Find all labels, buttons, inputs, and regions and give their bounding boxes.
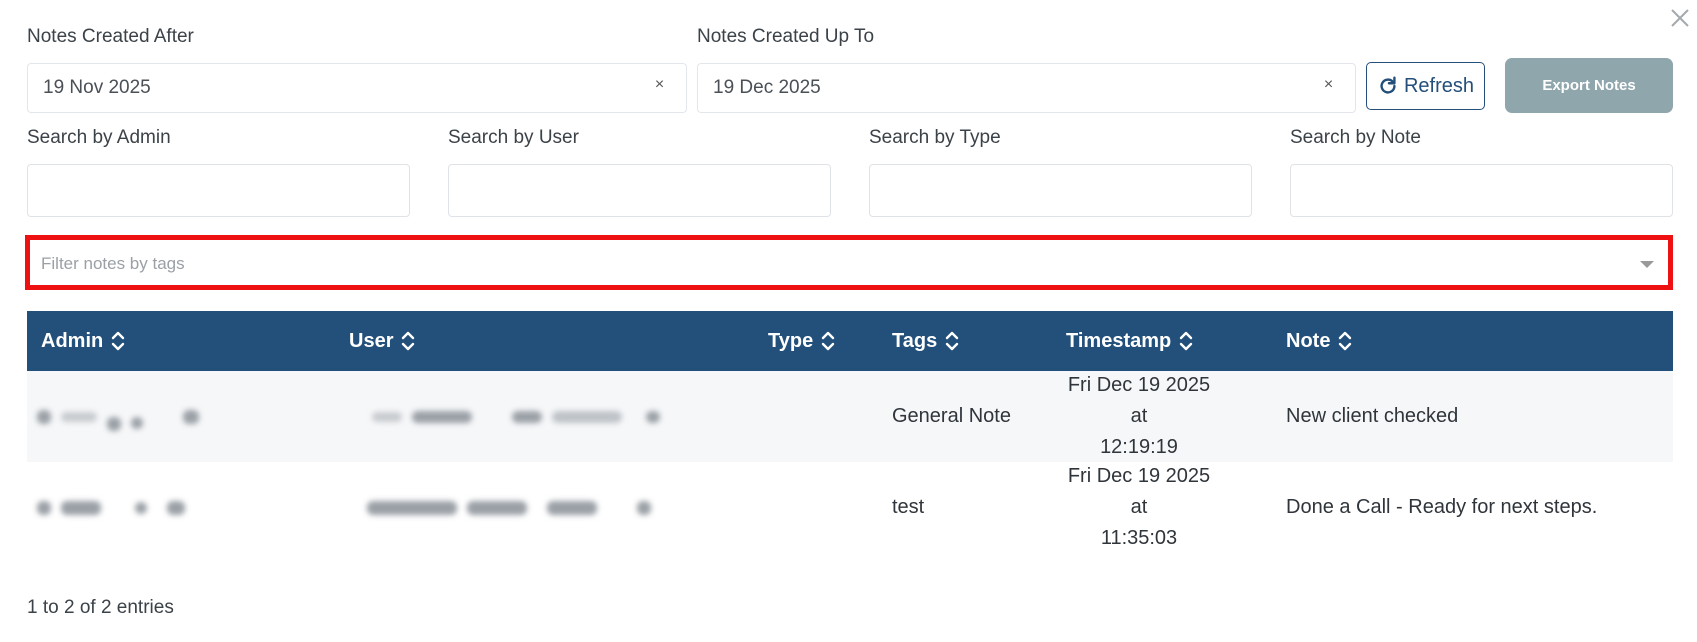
column-label: Admin [41, 329, 104, 352]
timestamp-time: 12:19:19 [1100, 436, 1178, 458]
column-label: Timestamp [1066, 329, 1172, 352]
column-header-user[interactable]: User [349, 311, 415, 371]
timestamp-cell: Fri Dec 19 2025 at 11:35:03 [1057, 462, 1221, 553]
sort-icon [822, 331, 835, 351]
timestamp-date: Fri Dec 19 2025 at [1067, 465, 1211, 518]
tags-cell: General Note [892, 405, 1011, 427]
notes-created-upto-field[interactable]: 19 Dec 2025 × [697, 63, 1356, 113]
search-note-input[interactable] [1290, 164, 1673, 217]
tags-cell: test [892, 496, 925, 518]
close-icon[interactable] [1666, 4, 1694, 32]
note-cell: New client checked [1286, 405, 1459, 427]
sort-icon [1180, 331, 1193, 351]
note-cell: Done a Call - Ready for next steps. [1286, 496, 1598, 518]
column-header-timestamp[interactable]: Timestamp [1066, 311, 1193, 371]
notes-created-upto-label: Notes Created Up To [697, 26, 875, 47]
redacted-admin [37, 462, 185, 553]
redacted-user [367, 462, 651, 553]
column-label: Type [768, 329, 814, 352]
column-header-note[interactable]: Note [1286, 311, 1352, 371]
sort-icon [946, 331, 959, 351]
tags-filter-select[interactable]: Filter notes by tags [25, 235, 1673, 290]
search-type-label: Search by Type [869, 127, 1001, 148]
column-header-admin[interactable]: Admin [41, 311, 125, 371]
export-notes-button[interactable]: Export Notes [1505, 58, 1673, 113]
sort-icon [112, 331, 125, 351]
search-admin-input[interactable] [27, 164, 410, 217]
search-type-input[interactable] [869, 164, 1252, 217]
entries-summary: 1 to 2 of 2 entries [27, 597, 174, 618]
refresh-label: Refresh [1403, 74, 1475, 97]
redacted-user [372, 371, 660, 462]
clear-after-date-icon[interactable]: × [655, 76, 664, 94]
table-row[interactable]: test Fri Dec 19 2025 at 11:35:03 Done a … [27, 462, 1673, 553]
search-admin-label: Search by Admin [27, 127, 171, 148]
notes-created-after-label: Notes Created After [27, 26, 194, 47]
refresh-icon [1380, 76, 1396, 94]
column-header-type[interactable]: Type [768, 311, 835, 371]
refresh-button[interactable]: Refresh [1366, 62, 1485, 110]
sort-icon [402, 331, 415, 351]
notes-created-after-value: 19 Nov 2025 [43, 77, 151, 98]
tags-filter-placeholder: Filter notes by tags [41, 254, 185, 273]
column-label: User [349, 329, 394, 352]
timestamp-time: 11:35:03 [1100, 527, 1178, 549]
timestamp-cell: Fri Dec 19 2025 at 12:19:19 [1057, 371, 1221, 462]
notes-created-after-field[interactable]: 19 Nov 2025 × [27, 63, 687, 113]
column-label: Note [1286, 329, 1331, 352]
search-user-label: Search by User [448, 127, 579, 148]
table-header: Admin User Type Tags Timestamp Note [27, 311, 1673, 371]
column-label: Tags [892, 329, 938, 352]
search-user-input[interactable] [448, 164, 831, 217]
notes-created-upto-value: 19 Dec 2025 [713, 77, 821, 98]
sort-icon [1339, 331, 1352, 351]
search-note-label: Search by Note [1290, 127, 1421, 148]
chevron-down-icon [1640, 261, 1654, 268]
clear-upto-date-icon[interactable]: × [1324, 76, 1333, 94]
timestamp-date: Fri Dec 19 2025 at [1067, 374, 1211, 427]
table-row[interactable]: General Note Fri Dec 19 2025 at 12:19:19… [27, 371, 1673, 462]
notes-table: Admin User Type Tags Timestamp Note Gene… [27, 311, 1673, 553]
column-header-tags[interactable]: Tags [892, 311, 959, 371]
redacted-admin [37, 371, 199, 462]
